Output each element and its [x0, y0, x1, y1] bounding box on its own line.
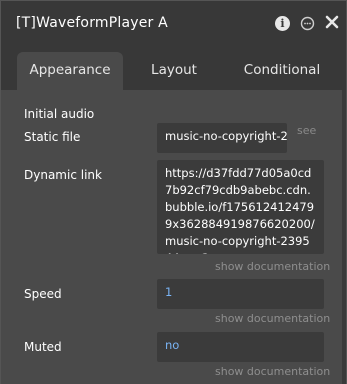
- static-file-label: Static file: [24, 130, 81, 144]
- static-file-field[interactable]: music-no-copyright-239544.mp3: [157, 123, 287, 153]
- speed-label: Speed: [24, 287, 62, 301]
- comment-icon[interactable]: [300, 16, 315, 31]
- muted-value: no: [165, 338, 180, 352]
- muted-label: Muted: [24, 340, 62, 354]
- speed-field[interactable]: 1: [157, 279, 324, 309]
- tab-appearance[interactable]: Appearance: [17, 52, 123, 90]
- dynamic-link-documentation-link[interactable]: show documentation: [215, 260, 330, 273]
- static-file-value: music-no-copyright-239544.mp3: [165, 129, 287, 143]
- speed-documentation-link[interactable]: show documentation: [215, 312, 330, 325]
- muted-documentation-link[interactable]: show documentation: [215, 365, 330, 378]
- see-link[interactable]: see: [297, 124, 316, 137]
- title-bar[interactable]: [T]WaveformPlayer A i: [1, 0, 346, 46]
- element-title[interactable]: [T]WaveformPlayer A: [16, 15, 168, 31]
- property-editor-panel: [T]WaveformPlayer A i Appearance Layout …: [0, 0, 347, 384]
- dynamic-link-label: Dynamic link: [24, 168, 102, 182]
- speed-value: 1: [165, 285, 173, 299]
- tab-conditional[interactable]: Conditional: [237, 52, 327, 90]
- tab-layout[interactable]: Layout: [139, 52, 209, 90]
- muted-field[interactable]: no: [157, 332, 324, 362]
- appearance-content: Initial audio Static file music-no-copyr…: [1, 90, 346, 384]
- tab-bar: Appearance Layout Conditional: [1, 46, 346, 90]
- section-label-initial-audio: Initial audio: [24, 107, 95, 121]
- panel-scroll-edge: [342, 90, 346, 384]
- close-icon[interactable]: [324, 14, 340, 30]
- dynamic-link-field[interactable]: https://d37fdd77d05a0cd7b92cf79cdb9abebc…: [157, 160, 324, 254]
- info-icon[interactable]: i: [275, 16, 290, 31]
- dynamic-link-value: https://d37fdd77d05a0cd7b92cf79cdb9abebc…: [165, 166, 315, 254]
